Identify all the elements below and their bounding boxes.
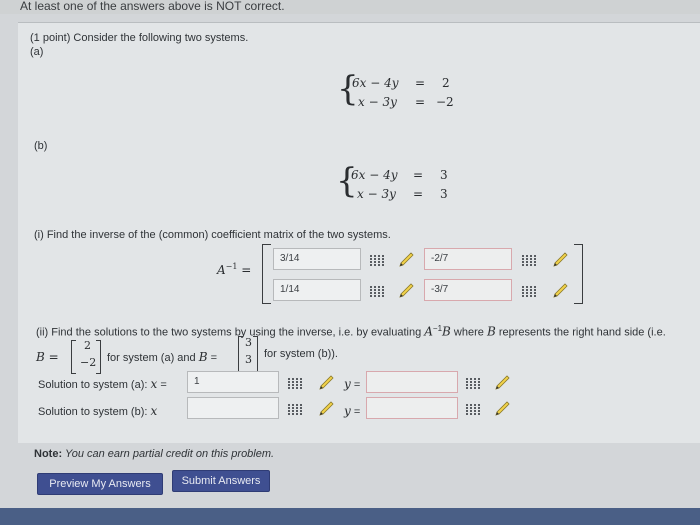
part-b-label: (b): [34, 140, 48, 152]
sys-b-row1-rhs: 3: [440, 168, 448, 182]
pencil-icon[interactable]: [318, 375, 336, 391]
b-label-a: B =: [36, 350, 59, 364]
matrix-m12-input[interactable]: -2/7: [424, 248, 512, 270]
vector-b-bottom: 3: [245, 353, 252, 366]
vector-a-left-bracket: [71, 340, 76, 374]
solution-b-y-input[interactable]: [366, 397, 458, 419]
solution-a-label: Solution to system (a): x =: [38, 377, 167, 391]
vector-b-top: 3: [245, 336, 252, 349]
matrix-right-bracket: [574, 244, 583, 304]
partial-credit-note: Note: You can earn partial credit on thi…: [34, 448, 275, 460]
vector-b-left-bracket: [238, 336, 243, 372]
sys-b-row2-rhs: 3: [440, 187, 448, 201]
matrix-m11-input[interactable]: 3/14: [273, 248, 361, 270]
for-system-b-text: for system (b)).: [264, 348, 338, 360]
sys-a-row1-eq: =: [415, 76, 426, 90]
part-a-label: (a): [30, 46, 44, 58]
vector-b-right-bracket: [253, 336, 258, 372]
pencil-icon[interactable]: [494, 401, 512, 417]
sys-a-row1-rhs: 2: [442, 76, 450, 90]
a-inv-label: A−1 =: [217, 262, 252, 277]
sys-b-row1-lhs: 6x − 4y: [351, 168, 398, 182]
for-system-a-text: for system (a) and B =: [107, 350, 218, 364]
sys-b-row2-eq: =: [413, 187, 424, 201]
matrix-m22-input[interactable]: -3/7: [424, 279, 512, 301]
equation-editor-icon[interactable]: [466, 403, 480, 415]
solution-b-x-input[interactable]: [187, 397, 279, 419]
pencil-icon[interactable]: [552, 252, 570, 268]
problem-intro: (1 point) Consider the following two sys…: [30, 32, 249, 44]
vector-a-top: 2: [84, 339, 91, 352]
pencil-icon[interactable]: [398, 252, 416, 268]
status-banner: At least one of the answers above is NOT…: [0, 0, 700, 14]
equation-editor-icon[interactable]: [370, 254, 384, 266]
equation-editor-icon[interactable]: [288, 403, 302, 415]
sys-b-row1-eq: =: [413, 168, 424, 182]
sys-a-row2-lhs: x − 3y: [358, 95, 397, 109]
matrix-left-bracket: [262, 244, 271, 304]
solution-a-y-label: y =: [344, 377, 361, 391]
solution-b-y-label: y =: [344, 404, 361, 418]
equation-editor-icon[interactable]: [522, 254, 536, 266]
solution-a-y-input[interactable]: [366, 371, 458, 393]
pencil-icon[interactable]: [318, 401, 336, 417]
question-ii: (ii) Find the solutions to the two syste…: [36, 324, 666, 339]
matrix-m21-input[interactable]: 1/14: [273, 279, 361, 301]
solution-b-label: Solution to system (b): x: [38, 404, 158, 418]
equation-editor-icon[interactable]: [288, 377, 302, 389]
vector-a-bottom: −2: [80, 356, 97, 369]
vector-a-right-bracket: [96, 340, 101, 374]
equation-editor-icon[interactable]: [522, 285, 536, 297]
solution-a-x-input[interactable]: 1: [187, 371, 279, 393]
sys-a-row2-rhs: −2: [436, 95, 454, 109]
pencil-icon[interactable]: [552, 283, 570, 299]
taskbar: [0, 508, 700, 525]
submit-answers-button[interactable]: Submit Answers: [172, 470, 270, 492]
pencil-icon[interactable]: [494, 375, 512, 391]
sys-b-row2-lhs: x − 3y: [357, 187, 396, 201]
preview-answers-button[interactable]: Preview My Answers: [37, 473, 163, 495]
sys-a-row2-eq: =: [415, 95, 426, 109]
question-i: (i) Find the inverse of the (common) coe…: [34, 229, 391, 241]
pencil-icon[interactable]: [398, 283, 416, 299]
equation-editor-icon[interactable]: [370, 285, 384, 297]
sys-a-row1-lhs: 6x − 4y: [352, 76, 399, 90]
equation-editor-icon[interactable]: [466, 377, 480, 389]
